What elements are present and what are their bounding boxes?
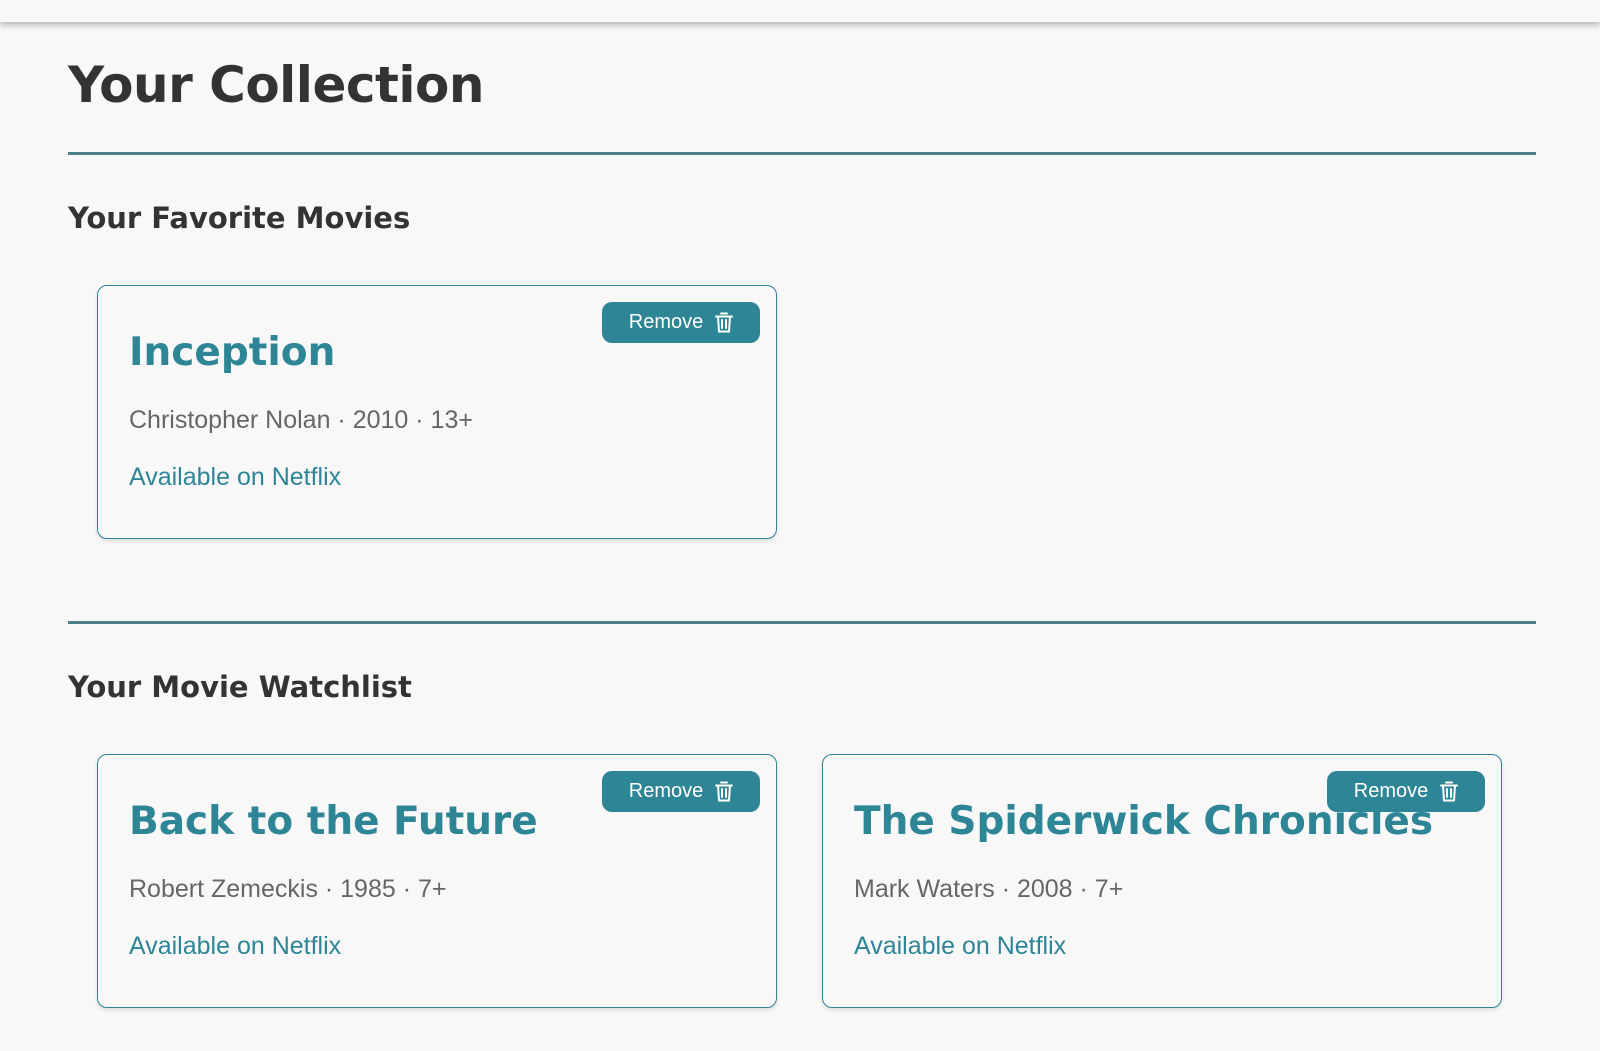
movie-title: Inception	[129, 330, 336, 375]
favorites-section-title: Your Favorite Movies	[68, 201, 411, 235]
movie-meta: Mark Waters · 2008 · 7+	[854, 875, 1124, 903]
trash-icon	[715, 781, 734, 802]
remove-button-label: Remove	[628, 311, 704, 333]
remove-button[interactable]: Remove	[602, 771, 760, 812]
movie-title: The Spiderwick Chronicles	[854, 799, 1434, 844]
watchlist-section-title: Your Movie Watchlist	[68, 670, 412, 704]
movie-title: Back to the Future	[129, 799, 538, 844]
movie-card: Remove Back to the Future Robert Zemecki…	[97, 754, 777, 1008]
availability-link[interactable]: Available on Netflix	[854, 932, 1066, 961]
page-title: Your Collection	[68, 56, 485, 114]
availability-link[interactable]: Available on Netflix	[129, 463, 341, 492]
top-app-bar	[0, 0, 1600, 22]
section-divider	[68, 152, 1536, 155]
availability-link[interactable]: Available on Netflix	[129, 932, 341, 961]
movie-meta: Christopher Nolan · 2010 · 13+	[129, 406, 473, 434]
movie-meta: Robert Zemeckis · 1985 · 7+	[129, 875, 447, 903]
trash-icon	[1440, 781, 1459, 802]
movie-card: Remove Inception Christopher Nolan · 201…	[97, 285, 777, 539]
movie-card: Remove The Spiderwick Chronicles Mark Wa…	[822, 754, 1502, 1008]
remove-button-label: Remove	[628, 780, 704, 802]
section-divider	[68, 621, 1536, 624]
trash-icon	[715, 312, 734, 333]
remove-button[interactable]: Remove	[602, 302, 760, 343]
